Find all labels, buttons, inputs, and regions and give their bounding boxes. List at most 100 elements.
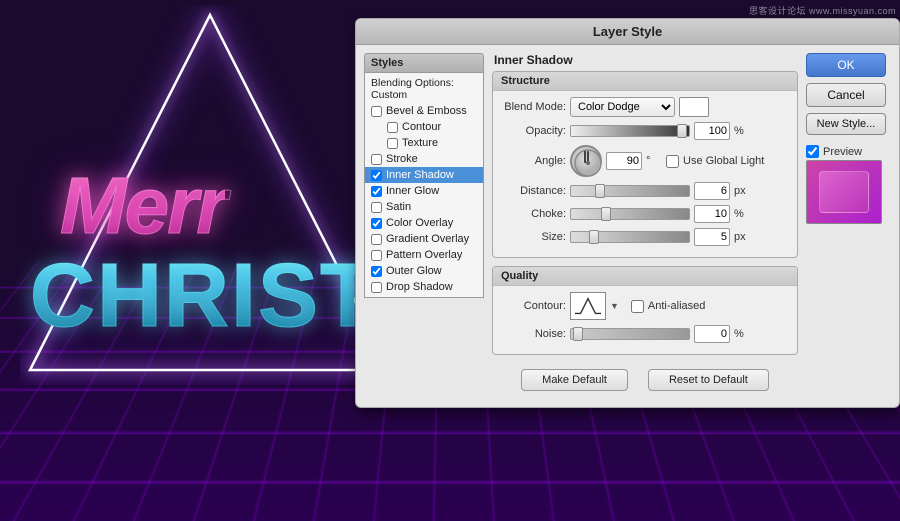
pattern-overlay-checkbox[interactable] [371,250,382,261]
preview-area: Preview [806,145,891,224]
distance-row: Distance: 6 px [501,182,789,200]
blend-mode-color-swatch[interactable] [679,97,709,117]
bevel-emboss-label: Bevel & Emboss [386,105,467,117]
blend-mode-row: Blend Mode: Color Dodge Normal Multiply … [501,97,789,117]
size-thumb[interactable] [589,230,599,244]
style-item-blending-options[interactable]: Blending Options: Custom [365,75,483,103]
quality-content: Contour: ▼ Anti-aliased [493,286,797,354]
inner-glow-checkbox[interactable] [371,186,382,197]
preview-checkbox[interactable] [806,145,819,158]
style-item-outer-glow[interactable]: Outer Glow [365,263,483,279]
style-item-gradient-overlay[interactable]: Gradient Overlay [365,231,483,247]
watermark: 思客设计论坛 www.missyuan.com [749,4,896,17]
contour-arrow[interactable]: ▼ [610,301,619,311]
style-item-texture[interactable]: Texture [365,135,483,151]
gradient-overlay-checkbox[interactable] [371,234,382,245]
action-buttons: Make Default Reset to Default [492,363,798,399]
inner-glow-label: Inner Glow [386,185,439,197]
angle-dial[interactable] [570,145,602,177]
anti-aliased-checkbox[interactable] [631,300,644,313]
make-default-button[interactable]: Make Default [521,369,628,391]
style-item-stroke[interactable]: Stroke [365,151,483,167]
contour-row: Contour: ▼ Anti-aliased [501,292,789,320]
angle-unit: ° [646,155,662,167]
angle-row: Angle: [501,145,789,177]
use-global-light-label[interactable]: Use Global Light [666,155,764,168]
cancel-button[interactable]: Cancel [806,83,886,107]
stroke-label: Stroke [386,153,418,165]
style-item-inner-shadow[interactable]: Inner Shadow [365,167,483,183]
preview-label: Preview [806,145,891,158]
contour-label: Contour [402,121,441,133]
use-global-light-checkbox[interactable] [666,155,679,168]
dialog-titlebar: Layer Style [356,19,899,45]
gradient-overlay-label: Gradient Overlay [386,233,469,245]
outer-glow-checkbox[interactable] [371,266,382,277]
reset-to-default-button[interactable]: Reset to Default [648,369,769,391]
dialog-title: Layer Style [593,24,662,39]
style-item-bevel-emboss[interactable]: Bevel & Emboss [365,103,483,119]
size-input[interactable]: 5 [694,228,730,246]
structure-section: Structure Blend Mode: Color Dodge Normal… [492,71,798,258]
ok-button[interactable]: OK [806,53,886,77]
distance-unit: px [734,185,750,197]
structure-label: Structure [493,72,797,91]
blend-mode-select[interactable]: Color Dodge Normal Multiply Screen [570,97,675,117]
preview-box [806,160,882,224]
distance-input[interactable]: 6 [694,182,730,200]
size-row: Size: 5 px [501,228,789,246]
styles-panel-header: Styles [364,53,484,73]
noise-input[interactable]: 0 [694,325,730,343]
structure-content: Blend Mode: Color Dodge Normal Multiply … [493,91,797,257]
opacity-thumb[interactable] [677,124,687,138]
contour-thumbnail[interactable] [570,292,606,320]
noise-row: Noise: 0 % [501,325,789,343]
layer-style-dialog: Layer Style Styles Blending Options: Cus… [355,18,900,408]
inner-shadow-checkbox[interactable] [371,170,382,181]
texture-label: Texture [402,137,438,149]
noise-unit: % [734,328,750,340]
style-item-drop-shadow[interactable]: Drop Shadow [365,279,483,295]
distance-thumb[interactable] [595,184,605,198]
noise-thumb[interactable] [573,327,583,341]
use-global-light-text: Use Global Light [683,155,764,167]
buttons-panel: OK Cancel New Style... Preview [806,53,891,399]
size-label: Size: [501,231,566,243]
new-style-button[interactable]: New Style... [806,113,886,135]
angle-label: Angle: [501,155,566,167]
dialog-body: Styles Blending Options: Custom Bevel & … [356,45,899,407]
choke-thumb[interactable] [601,207,611,221]
opacity-input[interactable]: 100 [694,122,730,140]
styles-panel: Styles Blending Options: Custom Bevel & … [364,53,484,399]
choke-row: Choke: 10 % [501,205,789,223]
drop-shadow-checkbox[interactable] [371,282,382,293]
distance-slider[interactable] [570,185,690,197]
size-slider[interactable] [570,231,690,243]
style-item-color-overlay[interactable]: Color Overlay [365,215,483,231]
noise-slider[interactable] [570,328,690,340]
style-item-inner-glow[interactable]: Inner Glow [365,183,483,199]
stroke-checkbox[interactable] [371,154,382,165]
style-item-pattern-overlay[interactable]: Pattern Overlay [365,247,483,263]
color-overlay-checkbox[interactable] [371,218,382,229]
style-item-contour[interactable]: Contour [365,119,483,135]
satin-label: Satin [386,201,411,213]
choke-input[interactable]: 10 [694,205,730,223]
opacity-unit: % [734,125,750,137]
anti-aliased-label[interactable]: Anti-aliased [631,300,705,313]
blending-options-label: Blending Options: Custom [371,77,477,101]
opacity-slider[interactable] [570,125,690,137]
texture-checkbox[interactable] [387,138,398,149]
bevel-emboss-checkbox[interactable] [371,106,382,117]
contour-checkbox[interactable] [387,122,398,133]
drop-shadow-label: Drop Shadow [386,281,453,293]
satin-checkbox[interactable] [371,202,382,213]
preview-text: Preview [823,146,862,158]
style-item-satin[interactable]: Satin [365,199,483,215]
quality-section: Quality Contour: ▼ [492,266,798,355]
choke-slider[interactable] [570,208,690,220]
pattern-overlay-label: Pattern Overlay [386,249,462,261]
size-unit: px [734,231,750,243]
angle-input[interactable]: 90 [606,152,642,170]
contour-label: Contour: [501,300,566,312]
